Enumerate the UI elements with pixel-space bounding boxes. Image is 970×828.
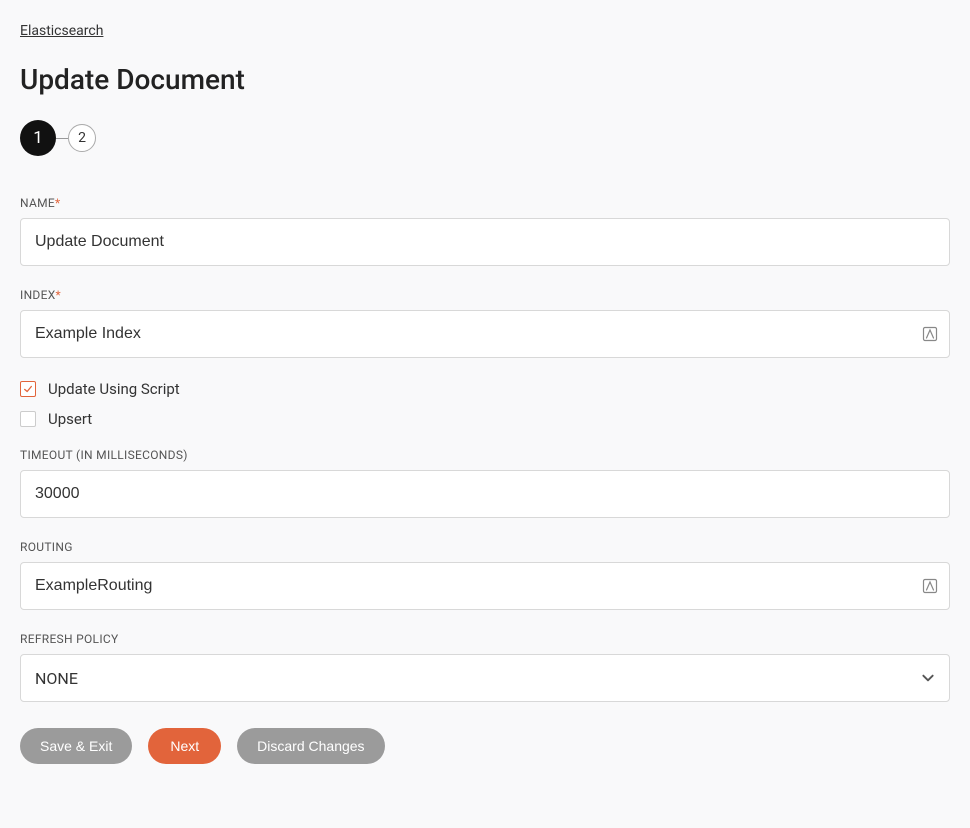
page-title: Update Document: [20, 63, 950, 96]
index-label: INDEX*: [20, 288, 950, 302]
name-input[interactable]: [20, 218, 950, 266]
routing-input[interactable]: [20, 562, 950, 610]
refresh-policy-select[interactable]: NONE: [20, 654, 950, 702]
refresh-policy-label: REFRESH POLICY: [20, 632, 950, 646]
required-asterisk: *: [55, 196, 60, 210]
timeout-input[interactable]: [20, 470, 950, 518]
name-label: NAME*: [20, 196, 950, 210]
step-1[interactable]: 1: [20, 120, 56, 156]
step-2[interactable]: 2: [68, 124, 96, 152]
breadcrumb-elasticsearch[interactable]: Elasticsearch: [20, 23, 103, 39]
next-button[interactable]: Next: [148, 728, 221, 764]
upsert-label: Upsert: [48, 410, 92, 428]
index-input[interactable]: [20, 310, 950, 358]
routing-label: ROUTING: [20, 540, 950, 554]
refresh-policy-value: NONE: [35, 669, 78, 688]
timeout-label: TIMEOUT (IN MILLISECONDS): [20, 448, 950, 462]
check-icon: [23, 384, 33, 394]
required-asterisk: *: [56, 288, 61, 302]
discard-changes-button[interactable]: Discard Changes: [237, 728, 384, 764]
chevron-down-icon: [921, 671, 935, 685]
stepper: 1 2: [20, 120, 950, 156]
update-using-script-label: Update Using Script: [48, 380, 180, 398]
update-using-script-checkbox[interactable]: Update Using Script: [20, 380, 950, 398]
step-connector: [56, 138, 68, 139]
upsert-checkbox[interactable]: Upsert: [20, 410, 950, 428]
save-exit-button[interactable]: Save & Exit: [20, 728, 132, 764]
